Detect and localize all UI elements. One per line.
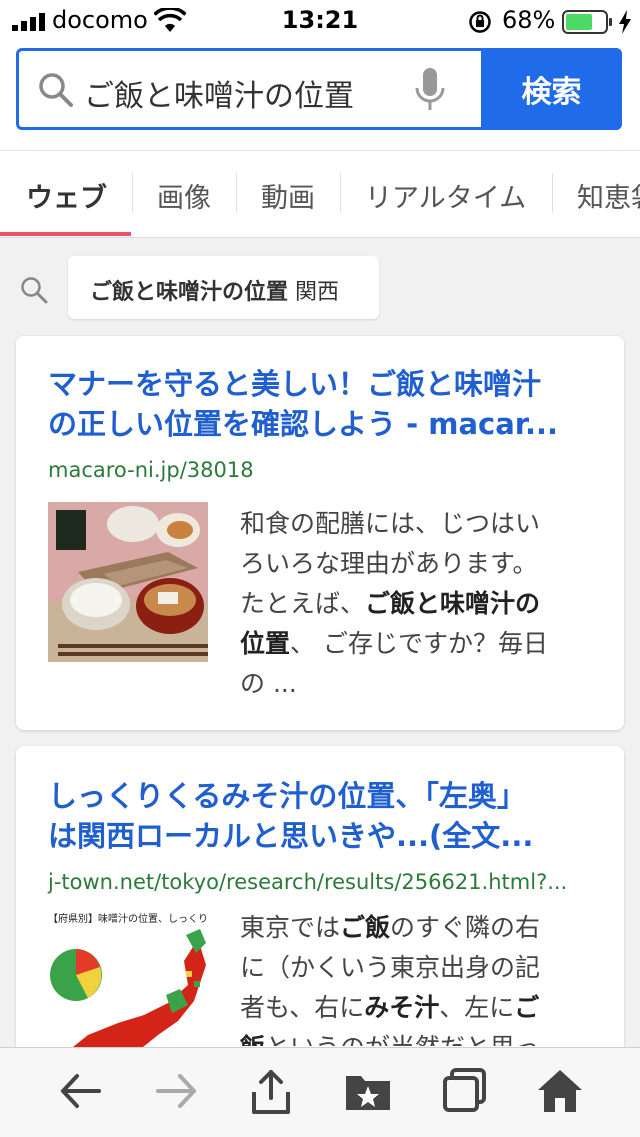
snippet-text: ろいろな理由があります。 (240, 549, 538, 578)
tab-realtime[interactable]: リアルタイム (365, 176, 526, 215)
back-arrow-icon[interactable] (55, 1066, 105, 1116)
snippet-highlight: ご (514, 993, 540, 1022)
snippet-text: のすぐ隣の右 (390, 913, 541, 942)
result-url[interactable]: macaro-ni.jp/38018 (48, 458, 254, 482)
snippet-text: の ... (240, 669, 297, 698)
result-title-line[interactable]: マナーを守ると美しい！ご飯と味噌汁 (48, 364, 608, 404)
search-query[interactable]: ご飯と味噌汁の位置 (84, 71, 354, 115)
snippet-text: たとえば、 (240, 589, 366, 618)
snippet-text: 東京では (240, 913, 341, 942)
active-tab-indicator (0, 232, 131, 236)
tab-videos[interactable]: 動画 (261, 176, 315, 215)
result-title-line[interactable]: しっくりくるみそ汁の位置、「左奥」 (48, 776, 608, 816)
snippet-text: 和食の配膳には、じつはい (240, 509, 541, 538)
snippet-highlight: ご飯 (340, 913, 391, 942)
bookmark-folder-icon[interactable] (343, 1066, 393, 1116)
snippet-text: 、 ご存じですか？毎日 (290, 629, 548, 658)
battery-percentage: 68% (502, 6, 556, 34)
snippet-text: 、左に (439, 993, 515, 1022)
snippet-text: 者も、右に (240, 993, 365, 1022)
snippet-highlight: みそ汁 (364, 993, 440, 1022)
tab-divider (552, 173, 553, 213)
search-button[interactable]: 検索 (481, 48, 622, 130)
snippet-text: というのが当然だと思っ (265, 1033, 540, 1046)
snippet-highlight: 位置 (240, 629, 291, 658)
tab-web[interactable]: ウェブ (26, 176, 107, 215)
tab-divider (340, 173, 341, 213)
result-title-link[interactable]: マナーを守ると美しい！ご飯と味噌汁 の正しい位置を確認しよう - macar..… (48, 364, 608, 444)
tabs-icon[interactable] (440, 1066, 490, 1116)
tab-divider (236, 173, 237, 213)
forward-arrow-icon[interactable] (152, 1066, 202, 1116)
snippet-highlight: 飯 (240, 1033, 265, 1046)
result-title-line[interactable]: は関西ローカルと思いきや...(全文... (48, 816, 608, 856)
result-thumbnail[interactable]: 【府県別】味噌汁の位置、しっくりくる (48, 908, 208, 1048)
result-url[interactable]: j-town.net/tokyo/research/results/256621… (48, 870, 567, 894)
snippet-text: に（かくいう東京出身の記 (240, 953, 541, 982)
home-icon[interactable] (535, 1066, 585, 1116)
related-search-label[interactable]: ご飯と味噌汁の位置 関西 (90, 274, 339, 306)
related-search-extra: 関西 (295, 280, 340, 305)
related-search-bold: ご飯と味噌汁の位置 (90, 280, 289, 305)
result-title-link[interactable]: しっくりくるみそ汁の位置、「左奥」 は関西ローカルと思いきや...(全文... (48, 776, 608, 856)
tab-images[interactable]: 画像 (157, 176, 211, 215)
battery-icon (562, 10, 614, 34)
thumbnail-caption: 【府県別】味噌汁の位置、しっくりくる (48, 914, 208, 925)
share-icon[interactable] (246, 1066, 296, 1116)
related-search-icon (20, 276, 48, 304)
microphone-icon[interactable] (414, 68, 446, 114)
tab-divider (132, 173, 133, 213)
result-title-line[interactable]: の正しい位置を確認しよう - macar... (48, 404, 608, 444)
orientation-lock-icon (468, 10, 492, 34)
snippet-highlight: ご飯と味噌汁の (365, 589, 541, 618)
result-snippet: 和食の配膳には、じつはい ろいろな理由があります。 たとえば、ご飯と味噌汁の 位… (240, 504, 585, 704)
charging-icon (618, 10, 632, 34)
result-thumbnail[interactable] (48, 502, 208, 662)
search-icon (38, 72, 74, 108)
tab-chiebukuro[interactable]: 知恵袋 (577, 176, 640, 215)
result-snippet: 東京ではご飯のすぐ隣の右 に（かくいう東京出身の記 者も、右にみそ汁、左にご 飯… (240, 908, 585, 1046)
